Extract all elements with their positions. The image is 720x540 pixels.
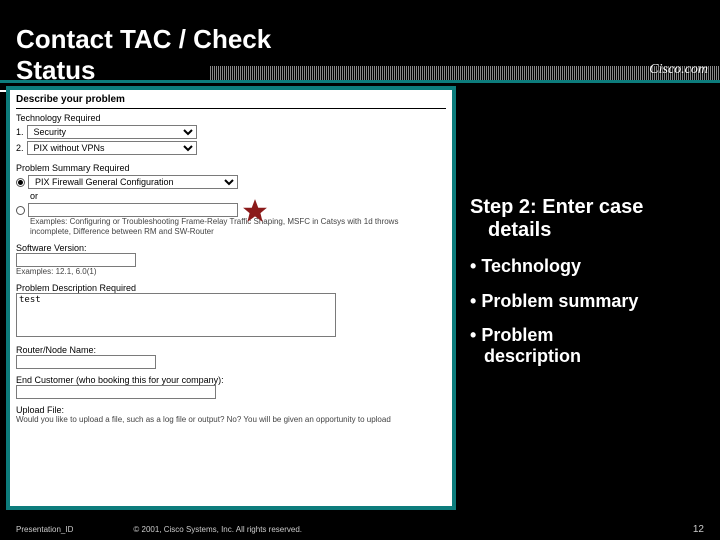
- summary-label: Problem Summary Required: [16, 163, 446, 173]
- tech-num-2: 2.: [16, 143, 24, 153]
- content-area: Describe your problem Technology Require…: [6, 86, 714, 510]
- bullet-technology: • Technology: [470, 256, 706, 277]
- tech-row-2: 2. PIX without VPNs: [16, 141, 446, 155]
- tech-select-1[interactable]: Security: [27, 125, 197, 139]
- summary-row: PIX Firewall General Configuration: [16, 175, 446, 189]
- summary-select[interactable]: PIX Firewall General Configuration: [28, 175, 238, 189]
- right-pane: Step 2: Enter case details • Technology …: [456, 86, 714, 510]
- step-line-1: Step 2: Enter case: [470, 196, 643, 218]
- software-version-hint: Examples: 12.1, 6.0(1): [16, 267, 446, 277]
- router-node-input[interactable]: [16, 355, 156, 369]
- summary-hint: Examples: Configuring or Troubleshooting…: [30, 217, 410, 237]
- upload-file-hint: Would you like to upload a file, such as…: [16, 415, 416, 425]
- software-version-label: Software Version:: [16, 243, 446, 253]
- bullet-problem-summary: • Problem summary: [470, 291, 706, 312]
- form-inner: Describe your problem Technology Require…: [10, 90, 452, 506]
- star-icon: [242, 198, 268, 224]
- hatch-pattern: [210, 66, 720, 80]
- form-panel: Describe your problem Technology Require…: [6, 86, 456, 510]
- summary-radio-select[interactable]: [16, 178, 25, 187]
- tech-select-2[interactable]: PIX without VPNs: [27, 141, 197, 155]
- divider: [16, 108, 446, 109]
- describe-header: Describe your problem: [16, 94, 446, 105]
- or-label: or: [30, 191, 38, 201]
- copyright: © 2001, Cisco Systems, Inc. All rights r…: [133, 525, 302, 534]
- problem-description-textarea[interactable]: test: [16, 293, 336, 337]
- upload-file-label: Upload File:: [16, 405, 446, 415]
- brand-link: Cisco.com: [649, 62, 708, 78]
- router-node-label: Router/Node Name:: [16, 345, 446, 355]
- problem-description-label: Problem Description Required: [16, 283, 446, 293]
- end-customer-input[interactable]: [16, 385, 216, 399]
- teal-line: [0, 80, 720, 83]
- footer: Presentation_ID © 2001, Cisco Systems, I…: [0, 518, 720, 540]
- tech-row-1: 1. Security: [16, 125, 446, 139]
- step-line-2: details: [488, 219, 706, 242]
- page-number: 12: [693, 524, 704, 535]
- header-band: Cisco.com: [0, 66, 720, 88]
- technology-label: Technology Required: [16, 113, 446, 123]
- step-heading: Step 2: Enter case details: [470, 196, 706, 242]
- software-version-input[interactable]: [16, 253, 136, 267]
- summary-text-input[interactable]: [28, 203, 238, 217]
- tech-num-1: 1.: [16, 127, 24, 137]
- bullet-problem-description: • Problemdescription: [470, 325, 706, 366]
- summary-text-row: [16, 203, 446, 217]
- end-customer-label: End Customer (who booking this for your …: [16, 375, 446, 385]
- bullet-list: • Technology • Problem summary • Problem…: [470, 256, 706, 367]
- presentation-id: Presentation_ID: [16, 525, 73, 534]
- summary-radio-text[interactable]: [16, 206, 25, 215]
- or-row: or: [30, 191, 446, 201]
